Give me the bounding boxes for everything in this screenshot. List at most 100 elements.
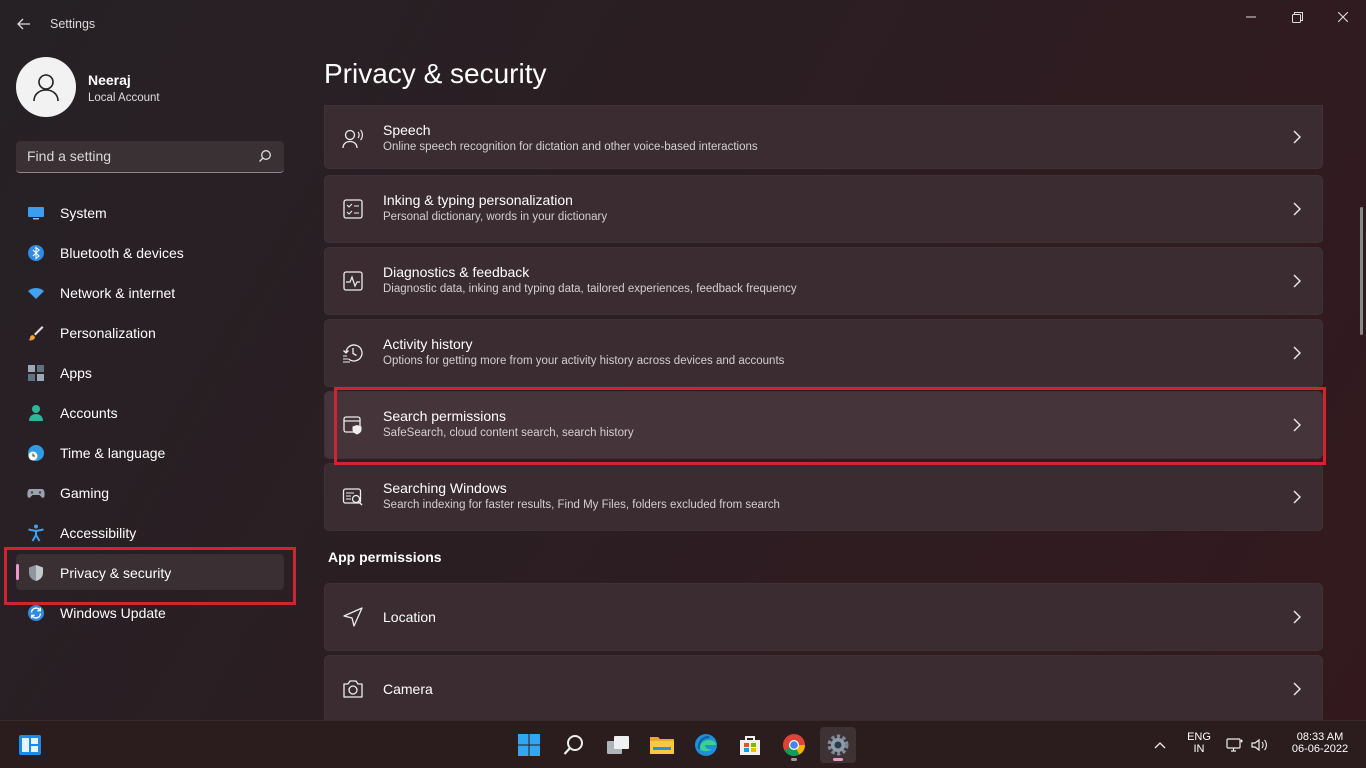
section-heading-app-permissions: App permissions <box>328 549 442 565</box>
chevron-right-icon <box>1293 346 1301 360</box>
clock-date: 06-06-2022 <box>1291 743 1349 755</box>
settings-card-inking[interactable]: Inking & typing personalization Personal… <box>324 175 1323 243</box>
start-icon <box>518 734 540 756</box>
task-view-icon <box>607 736 629 754</box>
chevron-right-icon <box>1293 682 1301 696</box>
widgets-button[interactable] <box>12 727 48 763</box>
clock[interactable]: 08:33 AM 06-06-2022 <box>1280 731 1360 755</box>
bluetooth-icon <box>28 245 44 261</box>
chevron-right-icon <box>1293 490 1301 504</box>
settings-card-activity-history[interactable]: Activity history Options for getting mor… <box>324 319 1323 387</box>
start-button[interactable] <box>511 727 547 763</box>
profile-account-type: Local Account <box>88 92 160 104</box>
active-indicator <box>833 758 843 761</box>
search-icon <box>563 735 583 755</box>
card-subtitle: Personal dictionary, words in your dicti… <box>383 211 608 223</box>
store-icon <box>740 736 760 755</box>
sidebar-item-system[interactable]: System <box>16 194 284 230</box>
sidebar-item-label: Bluetooth & devices <box>60 245 184 261</box>
history-icon <box>343 344 363 363</box>
sidebar-item-label: System <box>60 205 107 221</box>
language-indicator[interactable]: ENG IN <box>1184 731 1214 755</box>
settings-card-searching-windows[interactable]: Searching Windows Search indexing for fa… <box>324 463 1323 531</box>
show-hidden-icons-button[interactable] <box>1144 727 1176 763</box>
search-box <box>16 141 284 173</box>
chrome-button[interactable] <box>776 727 812 763</box>
quick-settings-button[interactable] <box>1222 727 1272 763</box>
settings-taskbar-button[interactable] <box>820 727 856 763</box>
card-subtitle: Online speech recognition for dictation … <box>383 141 758 153</box>
settings-card-diagnostics[interactable]: Diagnostics & feedback Diagnostic data, … <box>324 247 1323 315</box>
sidebar-item-time-language[interactable]: Time & language <box>16 434 284 470</box>
store-button[interactable] <box>732 727 768 763</box>
settings-window: Settings Neeraj Local Account System <box>0 0 1366 723</box>
back-button[interactable] <box>12 12 36 36</box>
wifi-icon <box>28 288 44 299</box>
sidebar-item-personalization[interactable]: Personalization <box>16 314 284 350</box>
sidebar-item-network[interactable]: Network & internet <box>16 274 284 310</box>
chevron-right-icon <box>1293 610 1301 624</box>
highlight-box-search-permissions <box>334 387 1326 465</box>
camera-icon <box>343 680 363 698</box>
settings-card-speech[interactable]: Speech Online speech recognition for dic… <box>324 105 1323 169</box>
back-arrow-icon <box>17 18 30 30</box>
card-title: Activity history <box>383 336 473 352</box>
clock-time: 08:33 AM <box>1296 731 1344 743</box>
sidebar-item-label: Windows Update <box>60 605 166 621</box>
settings-card-location[interactable]: Location <box>324 583 1323 651</box>
minimize-button[interactable] <box>1228 6 1274 28</box>
restore-button[interactable] <box>1274 6 1320 28</box>
settings-card-camera[interactable]: Camera <box>324 655 1323 723</box>
running-indicator <box>791 758 797 761</box>
diagnostics-icon <box>343 271 363 291</box>
volume-icon <box>1251 738 1267 752</box>
network-icon <box>1226 738 1243 752</box>
profile-name: Neeraj <box>88 72 131 88</box>
card-subtitle: Search indexing for faster results, Find… <box>383 499 780 511</box>
taskbar-search-button[interactable] <box>556 727 592 763</box>
file-explorer-button[interactable] <box>644 727 680 763</box>
close-icon <box>1338 12 1348 22</box>
app-title: Settings <box>50 17 96 31</box>
avatar[interactable] <box>16 57 76 117</box>
speech-icon <box>342 129 363 149</box>
task-view-button[interactable] <box>600 727 636 763</box>
sidebar-item-bluetooth[interactable]: Bluetooth & devices <box>16 234 284 270</box>
sidebar-item-gaming[interactable]: Gaming <box>16 474 284 510</box>
page-title: Privacy & security <box>324 58 547 89</box>
person-icon <box>29 405 43 421</box>
sidebar-item-label: Accessibility <box>60 525 137 541</box>
sidebar-item-accessibility[interactable]: Accessibility <box>16 514 284 550</box>
search-input[interactable] <box>16 141 246 171</box>
apps-icon <box>28 365 44 381</box>
card-title: Inking & typing personalization <box>383 192 573 208</box>
person-icon <box>33 74 59 102</box>
controller-icon <box>27 489 45 498</box>
card-title: Diagnostics & feedback <box>383 264 530 280</box>
taskbar: ENG IN 08:33 AM 06-06-2022 <box>0 720 1366 768</box>
search-icon[interactable] <box>258 149 272 163</box>
chevron-up-icon <box>1154 742 1166 749</box>
card-subtitle: Diagnostic data, inking and typing data,… <box>383 283 797 295</box>
close-button[interactable] <box>1320 6 1366 28</box>
scrollbar-thumb[interactable] <box>1360 207 1363 335</box>
settings-icon <box>827 734 849 756</box>
card-title: Camera <box>383 681 433 697</box>
globe-clock-icon <box>28 445 44 461</box>
edge-icon <box>695 734 717 756</box>
sidebar-item-label: Accounts <box>60 405 118 421</box>
sidebar-item-label: Network & internet <box>60 285 176 301</box>
edge-button[interactable] <box>688 727 724 763</box>
minimize-icon <box>1246 16 1256 18</box>
sidebar-item-label: Apps <box>60 365 92 381</box>
update-icon <box>28 605 44 621</box>
chevron-right-icon <box>1293 202 1301 216</box>
card-title: Speech <box>383 122 431 138</box>
highlight-box-sidebar <box>4 547 296 605</box>
sidebar-item-accounts[interactable]: Accounts <box>16 394 284 430</box>
inking-icon <box>343 199 363 219</box>
chevron-right-icon <box>1293 274 1301 288</box>
restore-icon <box>1291 11 1303 23</box>
sidebar-item-apps[interactable]: Apps <box>16 354 284 390</box>
language-code: ENG <box>1187 731 1211 743</box>
